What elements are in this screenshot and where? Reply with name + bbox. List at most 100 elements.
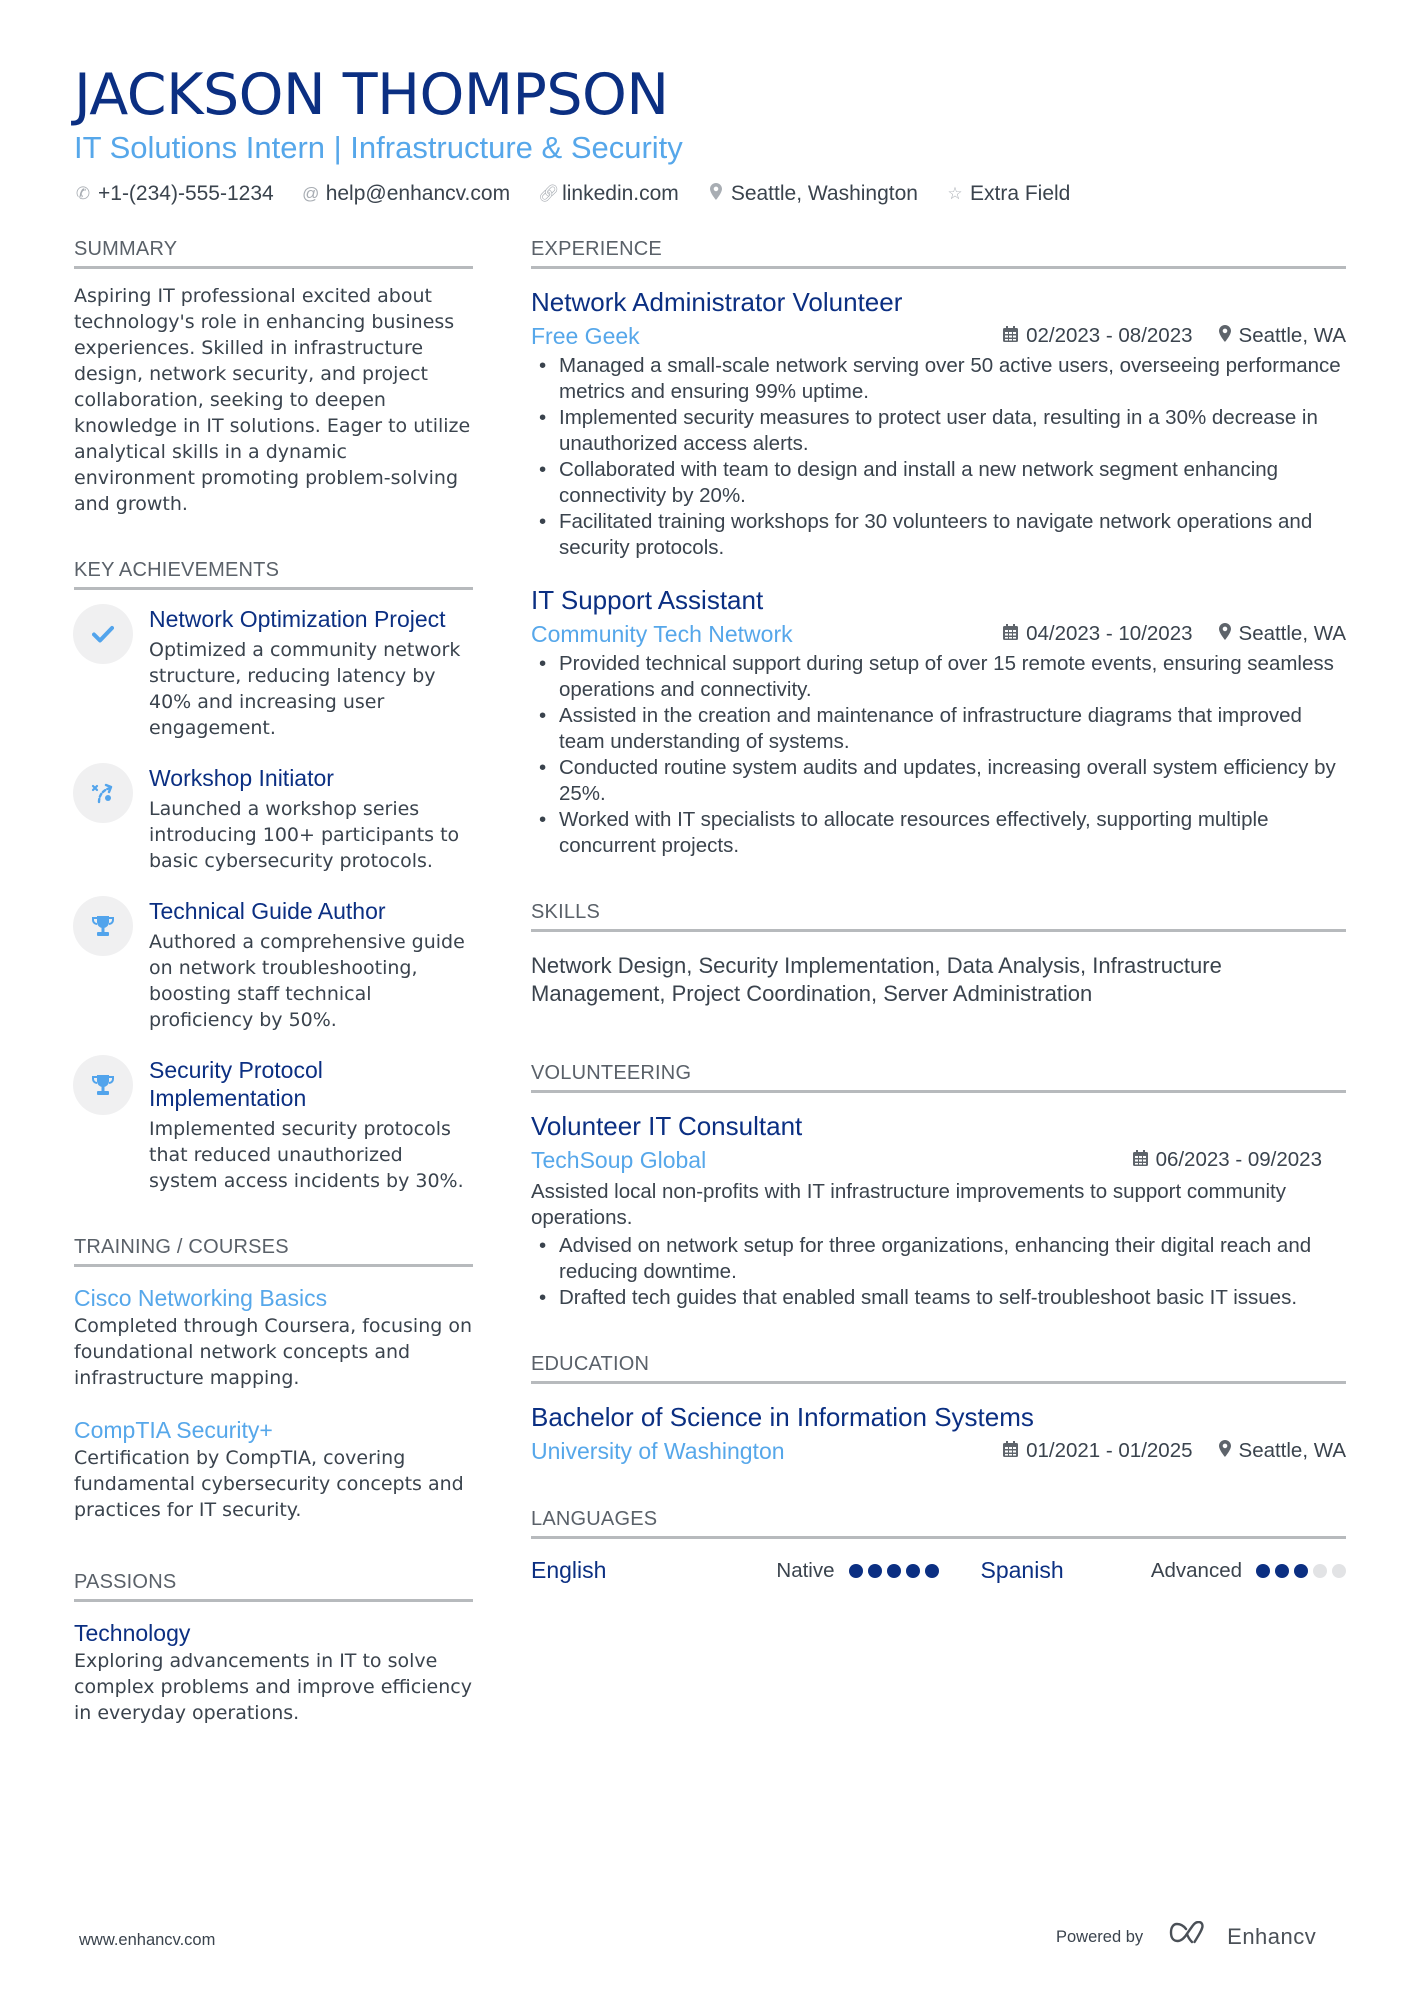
calendar-icon [1003,1440,1019,1462]
languages-section: LANGUAGES English Native Spanish Advance… [531,1506,1346,1584]
achievement-item: Network Optimization Project Optimized a… [73,604,473,741]
calendar-icon [1132,1149,1148,1171]
languages-heading: LANGUAGES [531,1506,1346,1539]
bullet-item: Implemented security measures to protect… [531,405,1346,457]
footer-website[interactable]: www.enhancv.com [79,1931,215,1950]
bullet-item: Conducted routine system audits and upda… [531,755,1346,807]
powered-by-label: Powered by [1056,1927,1144,1946]
language-rating [848,1563,939,1578]
education-heading: EDUCATION [531,1351,1346,1384]
candidate-name: JACKSON THOMPSON [74,62,669,128]
passion-title: Technology [74,1620,191,1646]
rating-dot-filled [886,1563,901,1578]
company-name: Community Tech Network [531,621,793,647]
calendar-icon [1003,623,1019,645]
rating-dot-filled [867,1563,882,1578]
bullet-item: Provided technical support during setup … [531,651,1346,703]
enhancv-brand-text: Enhancv [1227,1924,1317,1949]
passion-desc: Exploring advancements in IT to solve co… [74,1650,472,1724]
volunteer-dates: 06/2023 - 09/2023 [1132,1148,1322,1172]
rating-dot-filled [1256,1563,1270,1578]
job-location: Seattle, WA [1218,622,1346,646]
at-icon: @ [302,184,320,203]
experience-heading: EXPERIENCE [531,236,1346,269]
skills-section: SKILLS Network Design, Security Implemen… [531,899,1346,1008]
rating-dot-filled [1294,1563,1308,1578]
achievement-title: Technical Guide Author [149,898,386,924]
job-bullets: Managed a small-scale network serving ov… [531,353,1346,561]
job-title: Network Administrator Volunteer [531,287,903,317]
location-icon [1218,325,1231,347]
checkmark-icon [73,604,133,664]
contact-extra-text: Extra Field [969,182,1071,205]
contact-location-text: Seattle, Washington [730,182,918,205]
achievements-section: KEY ACHIEVEMENTS Network Optimization Pr… [73,557,473,1194]
link-icon: 🔗︎ [538,184,560,203]
achievement-title: Security Protocol Implementation [149,1057,323,1111]
contact-phone[interactable]: ✆ +1-(234)-555-1234 [74,182,274,206]
summary-text: Aspiring IT professional excited about t… [74,285,471,515]
candidate-title: IT Solutions Intern | Infrastructure & S… [74,130,683,165]
footer-branding: Powered by Enhancv [1056,1920,1317,1953]
achievement-item: Technical Guide Author Authored a compre… [73,896,473,1033]
achievement-title: Network Optimization Project [149,606,446,632]
education-dates: 01/2021 - 01/2025 [1003,1439,1193,1463]
contact-location: Seattle, Washington [707,182,918,206]
enhancv-logo-icon [1169,1920,1215,1953]
course-desc: Completed through Coursera, focusing on … [74,1315,473,1389]
phone-icon: ✆ [75,184,91,203]
contact-email[interactable]: @ help@enhancv.com [302,182,510,206]
bullet-item: Assisted in the creation and maintenance… [531,703,1346,755]
language-name: English [531,1557,607,1583]
rating-dot-filled [848,1563,863,1578]
rating-dot-filled [924,1563,939,1578]
company-name: Free Geek [531,323,640,349]
achievement-title: Workshop Initiator [149,765,334,791]
enhancv-logo[interactable]: Enhancv [1169,1920,1317,1953]
passions-heading: PASSIONS [74,1569,473,1602]
course-item: CompTIA Security+ Certification by CompT… [74,1415,473,1523]
skills-heading: SKILLS [531,899,1346,932]
rating-dot-filled [1275,1563,1289,1578]
passions-section: PASSIONS Technology Exploring advancemen… [74,1569,473,1726]
star-icon: ☆ [947,184,963,203]
contact-linkedin[interactable]: 🔗︎ linkedin.com [538,182,679,206]
organization-name: TechSoup Global [531,1147,707,1173]
experience-item: IT Support Assistant Community Tech Netw… [531,583,1346,859]
volunteer-title: Volunteer IT Consultant [531,1111,803,1141]
location-icon [1218,623,1231,645]
bullet-item: Advised on network setup for three organ… [531,1233,1346,1285]
contact-email-text: help@enhancv.com [325,182,511,205]
achievement-desc: Launched a workshop series introducing 1… [149,798,460,872]
bullet-item: Facilitated training workshops for 30 vo… [531,509,1346,561]
bullet-item: Collaborated with team to design and ins… [531,457,1346,509]
skills-list: Network Design, Security Implementation,… [531,953,1222,1006]
rating-dot-filled [905,1563,920,1578]
education-location: Seattle, WA [1218,1439,1346,1463]
contact-extra: ☆ Extra Field [946,182,1070,206]
trophy-icon [73,896,133,956]
trophy-icon [73,1055,133,1115]
language-level: Native [776,1558,835,1582]
contact-linkedin-text: linkedin.com [562,182,679,205]
right-column: EXPERIENCE Network Administrator Volunte… [531,236,1346,1616]
location-icon [707,183,725,205]
volunteering-section: VOLUNTEERING Volunteer IT Consultant Tec… [531,1060,1346,1311]
job-bullets: Provided technical support during setup … [531,651,1346,859]
job-dates: 04/2023 - 10/2023 [1003,622,1193,646]
route-icon [73,763,133,823]
calendar-icon [1003,325,1019,347]
achievement-item: Security Protocol Implementation Impleme… [73,1055,473,1194]
degree-title: Bachelor of Science in Information Syste… [531,1402,1034,1432]
language-rating [1256,1563,1346,1578]
bullet-item: Worked with IT specialists to allocate r… [531,807,1346,859]
course-title: Cisco Networking Basics [74,1285,328,1311]
achievement-desc: Authored a comprehensive guide on networ… [149,931,465,1031]
school-name: University of Washington [531,1438,785,1464]
location-icon [1218,1440,1231,1462]
summary-heading: SUMMARY [74,236,473,269]
course-item: Cisco Networking Basics Completed throug… [74,1283,473,1391]
volunteering-item: Volunteer IT Consultant TechSoup Global … [531,1109,1346,1311]
language-item: Spanish Advanced [939,1557,1346,1584]
resume-header: JACKSON THOMPSON IT Solutions Intern | I… [74,62,1354,206]
